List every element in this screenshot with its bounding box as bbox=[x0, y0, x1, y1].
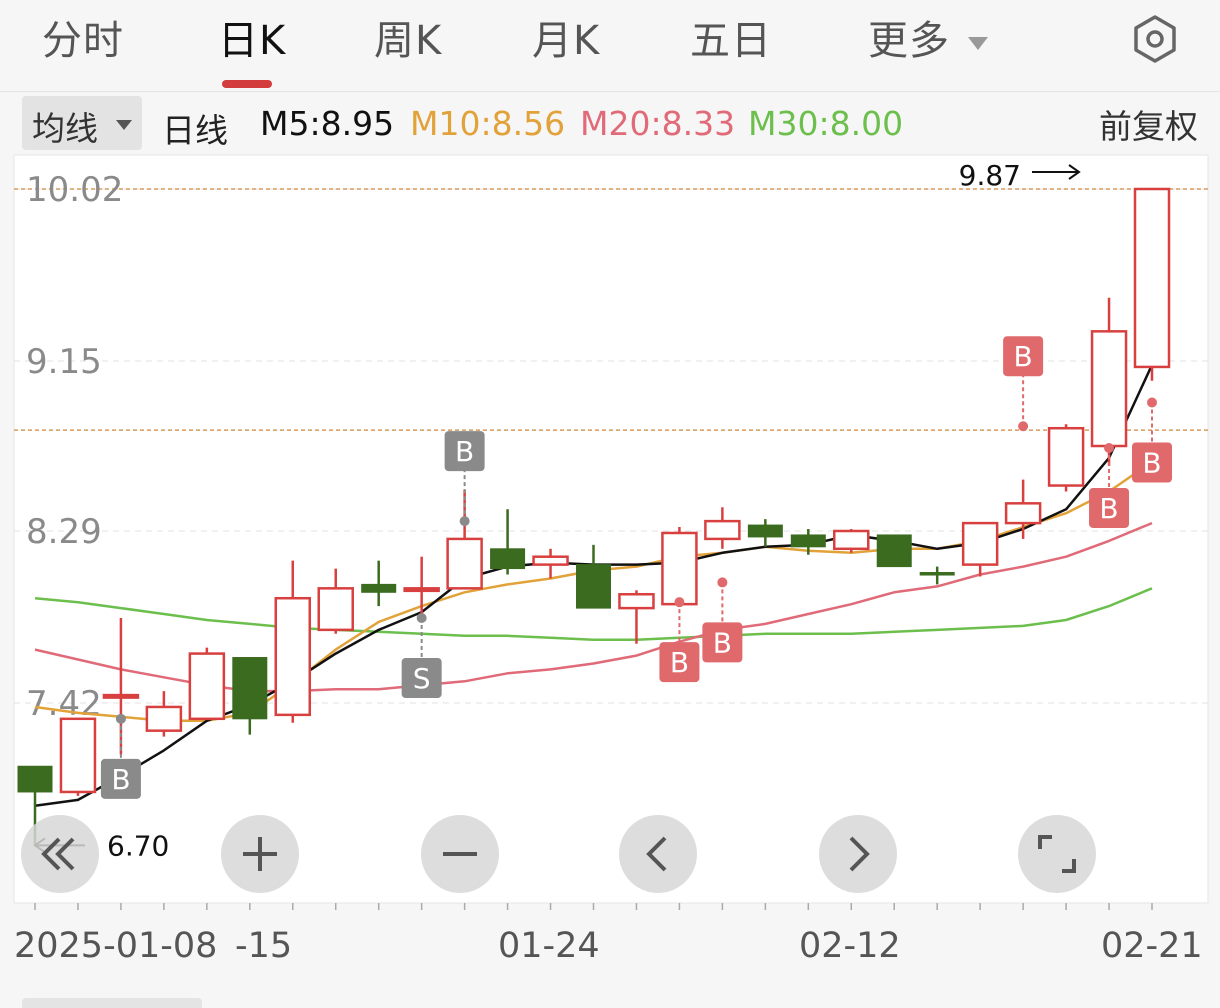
candle-body-down bbox=[17, 765, 53, 793]
candle-body-up bbox=[403, 587, 440, 593]
chevron-left-icon bbox=[646, 836, 667, 872]
max-price-label: 9.87 bbox=[959, 159, 1021, 192]
candle-body-up bbox=[102, 693, 140, 699]
candle-body-up bbox=[833, 529, 870, 551]
fullscreen-button[interactable] bbox=[1018, 815, 1096, 893]
ma5-value: M5:8.95 bbox=[260, 104, 395, 143]
chevron-right-icon bbox=[849, 836, 870, 872]
marker-dot bbox=[115, 713, 126, 724]
ma10-value: M10:8.56 bbox=[410, 104, 566, 143]
y-tick-label: 8.29 bbox=[26, 512, 102, 552]
marker-dot bbox=[674, 597, 685, 608]
trade-marker-label: B bbox=[1014, 340, 1033, 373]
tab-monthly-k[interactable]: 月K bbox=[532, 8, 600, 66]
marker-dot bbox=[1147, 397, 1157, 408]
x-tick-label: 01-24 bbox=[498, 926, 600, 966]
active-tab-indicator bbox=[222, 80, 272, 88]
kline-chart-svg: 10.029.158.297.42BSBBBBBB9.876.70 bbox=[13, 154, 1209, 910]
candle-body-up bbox=[1133, 187, 1171, 369]
candle-body-up bbox=[704, 519, 741, 541]
x-tick-label: 2025-01-08 bbox=[14, 926, 218, 966]
candle-body-up bbox=[1004, 502, 1042, 525]
sub-panel-tab bbox=[22, 998, 202, 1008]
candle-body-up bbox=[317, 587, 354, 632]
marker-dot bbox=[717, 577, 728, 588]
marker-dot bbox=[459, 516, 470, 527]
trade-marker-label: B bbox=[670, 646, 689, 679]
marker-dot bbox=[1104, 442, 1115, 453]
candle-body-up bbox=[661, 531, 698, 606]
y-tick-label: 9.15 bbox=[26, 342, 102, 382]
candle-body-up bbox=[59, 717, 97, 794]
y-tick-label: 10.02 bbox=[26, 170, 123, 210]
kline-chart[interactable]: 10.02 9.15 8.29 7.42 B S B B B B B B 9.87 6.70 bbox=[0, 150, 1220, 910]
marker-dot bbox=[416, 612, 427, 623]
tab-more-label: 更多 bbox=[868, 18, 950, 64]
price-adjust-button[interactable]: 前复权 bbox=[1099, 100, 1198, 148]
settings-icon[interactable] bbox=[1130, 14, 1180, 64]
candle-body-up bbox=[618, 593, 655, 610]
candle-body-down bbox=[790, 534, 826, 548]
trade-marker-label: S bbox=[413, 662, 431, 695]
x-tick-label: 02-21 bbox=[1101, 926, 1203, 966]
candle-body-up bbox=[274, 596, 312, 717]
x-tick-label: -15 bbox=[235, 926, 293, 966]
tab-five-day[interactable]: 五日 bbox=[690, 8, 772, 66]
x-tick-label: 02-12 bbox=[799, 926, 901, 966]
indicator-selector-button[interactable]: 均线 bbox=[22, 96, 142, 150]
candle-body-up bbox=[1047, 426, 1085, 487]
trade-marker-label: B bbox=[111, 763, 130, 796]
caret-down-icon bbox=[116, 120, 132, 130]
zoom-in-button[interactable] bbox=[221, 815, 299, 893]
pan-right-button[interactable] bbox=[819, 815, 897, 893]
candle-body-down bbox=[876, 534, 912, 568]
trade-marker-label: B bbox=[455, 435, 474, 468]
indicator-selector-label: 均线 bbox=[32, 109, 98, 148]
candle-body-up bbox=[961, 521, 999, 566]
caret-down-icon bbox=[967, 36, 988, 50]
candle-body-up bbox=[446, 537, 483, 590]
trade-marker-label: B bbox=[713, 626, 732, 659]
candle-body-down bbox=[361, 583, 397, 593]
double-left-icon bbox=[41, 837, 75, 871]
ma30-value: M30:8.00 bbox=[748, 104, 904, 143]
tab-daily-k[interactable]: 日K bbox=[218, 8, 286, 66]
plot-area bbox=[13, 154, 1209, 904]
candle-body-down bbox=[490, 548, 526, 570]
trade-marker-label: B bbox=[1099, 492, 1118, 525]
candle-body-down bbox=[576, 564, 611, 609]
tab-weekly-k[interactable]: 周K bbox=[374, 8, 442, 66]
zoom-in-icon bbox=[243, 837, 277, 871]
marker-dot bbox=[1018, 421, 1029, 432]
ma20-value: M20:8.33 bbox=[580, 104, 736, 143]
candle-body-up bbox=[188, 652, 226, 721]
date-axis: 2025-01-08 -15 01-24 02-12 02-21 bbox=[0, 920, 1220, 980]
candle-body-up bbox=[1090, 330, 1128, 448]
min-price-label: 6.70 bbox=[107, 829, 169, 862]
candle-body-up bbox=[532, 555, 569, 566]
fullscreen-icon bbox=[1038, 835, 1076, 873]
period-tab-bar: 分时 日K 周K 月K 五日 更多 bbox=[0, 0, 1220, 92]
tab-more[interactable]: 更多 bbox=[868, 8, 988, 66]
scroll-to-start-button[interactable] bbox=[21, 815, 99, 893]
candle-body-down bbox=[919, 572, 955, 576]
zoom-out-button[interactable] bbox=[421, 815, 499, 893]
candle-body-down bbox=[232, 657, 268, 720]
pan-left-button[interactable] bbox=[619, 815, 697, 893]
candle-body-up bbox=[145, 705, 183, 732]
tab-divider bbox=[0, 91, 1220, 92]
tab-intraday[interactable]: 分时 bbox=[42, 8, 124, 66]
moving-average-bar: 均线 日线 M5:8.95 M10:8.56 M20:8.33 M30:8.00… bbox=[0, 96, 1220, 152]
trade-marker-label: B bbox=[1142, 447, 1161, 480]
zoom-out-icon bbox=[443, 852, 477, 856]
period-label: 日线 bbox=[162, 111, 228, 150]
candle-body-down bbox=[747, 524, 783, 538]
